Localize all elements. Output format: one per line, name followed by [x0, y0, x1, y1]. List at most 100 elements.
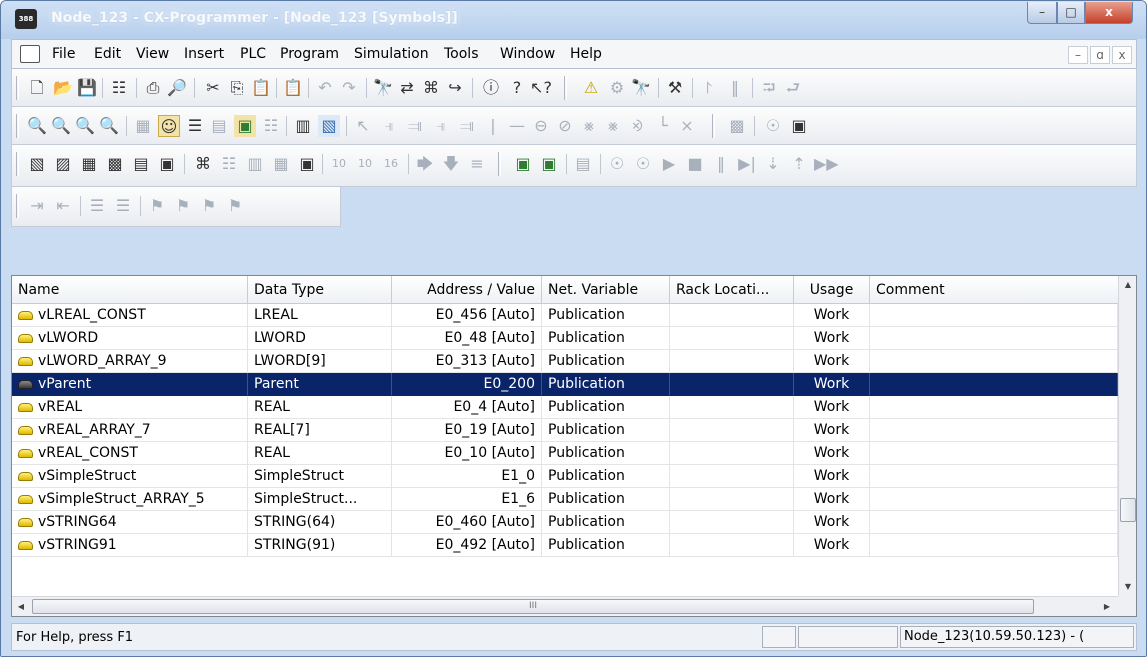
save-icon[interactable]: 💾	[76, 77, 98, 99]
cell-address[interactable]: E1_0	[392, 465, 542, 488]
toolbar-grip[interactable]	[16, 194, 19, 218]
column-header-address[interactable]: Address / Value	[392, 276, 542, 304]
data-trace-icon[interactable]: ▦	[270, 153, 292, 175]
step-in-icon[interactable]: ⇣	[762, 153, 784, 175]
menu-edit[interactable]: Edit	[94, 46, 121, 62]
zoom-fit-icon[interactable]: 🔍	[26, 115, 48, 137]
tree-icon[interactable]: ☷	[260, 115, 282, 137]
cell-rack-location[interactable]	[670, 511, 794, 534]
watch-window-icon[interactable]: ▦	[78, 153, 100, 175]
toolbar-grip[interactable]	[564, 76, 567, 100]
vertical-scroll-thumb[interactable]	[1120, 498, 1136, 522]
continuous-step-icon[interactable]: ▶▶	[814, 153, 839, 175]
menu-insert[interactable]: Insert	[184, 46, 224, 62]
table-row[interactable]: vSimpleStruct_ARRAY_5 SimpleStruct... E1_6…	[12, 488, 1118, 511]
table-row[interactable]: vSTRING64 STRING(64) E0_460 [Auto] Publicat…	[12, 511, 1118, 534]
run-icon[interactable]: ▶	[658, 153, 680, 175]
cell-data-type[interactable]: LREAL	[248, 304, 392, 327]
find-icon[interactable]: 🔭	[372, 77, 394, 99]
cell-rack-location[interactable]	[670, 534, 794, 557]
cell-rack-location[interactable]	[670, 396, 794, 419]
cell-rack-location[interactable]	[670, 465, 794, 488]
column-header-comment[interactable]: Comment	[870, 276, 1118, 304]
cell-comment[interactable]	[870, 534, 1118, 557]
cell-data-type[interactable]: REAL	[248, 396, 392, 419]
cell-comment[interactable]	[870, 350, 1118, 373]
cell-usage[interactable]: Work	[794, 327, 870, 350]
cell-rack-location[interactable]	[670, 350, 794, 373]
properties-icon[interactable]: ▤	[130, 153, 152, 175]
simulate-stop-icon[interactable]: ▣	[538, 153, 560, 175]
cell-usage[interactable]: Work	[794, 350, 870, 373]
toolbar-grip[interactable]	[16, 152, 19, 176]
print-preview-icon[interactable]: 🔎	[166, 77, 188, 99]
cell-usage[interactable]: Work	[794, 488, 870, 511]
replace-icon[interactable]: ⇄	[396, 77, 418, 99]
cell-data-type[interactable]: LWORD[9]	[248, 350, 392, 373]
cut-icon[interactable]: ✂	[202, 77, 224, 99]
cell-address[interactable]: E0_460 [Auto]	[392, 511, 542, 534]
title-bar[interactable]: 388 Node_123 - CX-Programmer - [Node_123…	[1, 1, 1146, 39]
column-header-net-variable[interactable]: Net. Variable	[542, 276, 670, 304]
table-row[interactable]: vSTRING91 STRING(91) E0_492 [Auto] Publicat…	[12, 534, 1118, 557]
project-window-icon[interactable]: ▧	[26, 153, 48, 175]
compare-icon[interactable]: ☷	[108, 77, 130, 99]
cell-usage[interactable]: Work	[794, 465, 870, 488]
cell-comment[interactable]	[870, 396, 1118, 419]
cell-name[interactable]: vREAL	[12, 396, 248, 419]
cell-usage[interactable]: Work	[794, 511, 870, 534]
undo-icon[interactable]: ↶	[314, 77, 336, 99]
menu-file[interactable]: File	[52, 46, 75, 62]
cell-data-type[interactable]: REAL	[248, 442, 392, 465]
cell-name[interactable]: vParent	[12, 373, 248, 396]
cell-usage[interactable]: Work	[794, 442, 870, 465]
compare-plc-icon[interactable]: ≡	[466, 153, 488, 175]
column-header-usage[interactable]: Usage	[794, 276, 870, 304]
monitoring-icon[interactable]: ☷	[218, 153, 240, 175]
cell-rack-location[interactable]	[670, 419, 794, 442]
cell-address[interactable]: E0_456 [Auto]	[392, 304, 542, 327]
coil-icon[interactable]: ⊖	[530, 115, 552, 137]
cell-address[interactable]: E1_6	[392, 488, 542, 511]
search-symbol-icon[interactable]: 🔭	[630, 77, 652, 99]
toolbar-grip[interactable]	[16, 76, 19, 100]
mdi-minimize-button[interactable]: –	[1068, 46, 1088, 64]
vertical-scrollbar[interactable]: ▲ ▼	[1118, 276, 1136, 596]
delete-line-icon[interactable]: ⨯	[676, 115, 698, 137]
function-block-icon[interactable]: ⨳	[602, 115, 624, 137]
scroll-down-icon[interactable]: ▼	[1119, 578, 1137, 596]
cell-name[interactable]: vSTRING64	[12, 511, 248, 534]
calendar-icon[interactable]: ▣	[788, 115, 810, 137]
comment-icon[interactable]: ☰	[86, 195, 108, 217]
memory-icon[interactable]: ☉	[762, 115, 784, 137]
cell-address[interactable]: E0_19 [Auto]	[392, 419, 542, 442]
cell-usage[interactable]: Work	[794, 373, 870, 396]
toolbar-grip[interactable]	[498, 152, 501, 176]
cell-net-variable[interactable]: Publication	[542, 511, 670, 534]
scroll-up-icon[interactable]: ▲	[1119, 276, 1137, 294]
io-window-icon[interactable]: ▣	[296, 153, 318, 175]
download-icon[interactable]: 🡇	[440, 153, 462, 175]
cell-data-type[interactable]: LWORD	[248, 327, 392, 350]
cell-name[interactable]: vSTRING91	[12, 534, 248, 557]
instruction-icon[interactable]: ⨳	[578, 115, 600, 137]
scroll-right-icon[interactable]: ▶	[1098, 597, 1116, 617]
cell-comment[interactable]	[870, 488, 1118, 511]
paste-special-icon[interactable]: 📋	[282, 77, 304, 99]
table-row[interactable]: vLREAL_CONST LREAL E0_456 [Auto] Publicatio…	[12, 304, 1118, 327]
uncomment-icon[interactable]: ☰	[112, 195, 134, 217]
cx-icon[interactable]: ▧	[318, 115, 340, 137]
cell-name[interactable]: vSimpleStruct_ARRAY_5	[12, 488, 248, 511]
cell-address[interactable]: E0_10 [Auto]	[392, 442, 542, 465]
new-file-icon[interactable]: 🗋	[26, 77, 48, 99]
indent-icon[interactable]: ⇥	[26, 195, 48, 217]
column-header-rack-location[interactable]: Rack Locati...	[670, 276, 794, 304]
zoom-select-icon[interactable]: 🔍	[50, 115, 72, 137]
outdent-icon[interactable]: ⇤	[52, 195, 74, 217]
list-view-icon[interactable]: ☰	[184, 115, 206, 137]
menu-view[interactable]: View	[136, 46, 169, 62]
cell-name[interactable]: vLREAL_CONST	[12, 304, 248, 327]
table-row[interactable]: vREAL REAL E0_4 [Auto] Publication Work	[12, 396, 1118, 419]
app-icon[interactable]: 388	[15, 9, 37, 29]
cell-rack-location[interactable]	[670, 442, 794, 465]
